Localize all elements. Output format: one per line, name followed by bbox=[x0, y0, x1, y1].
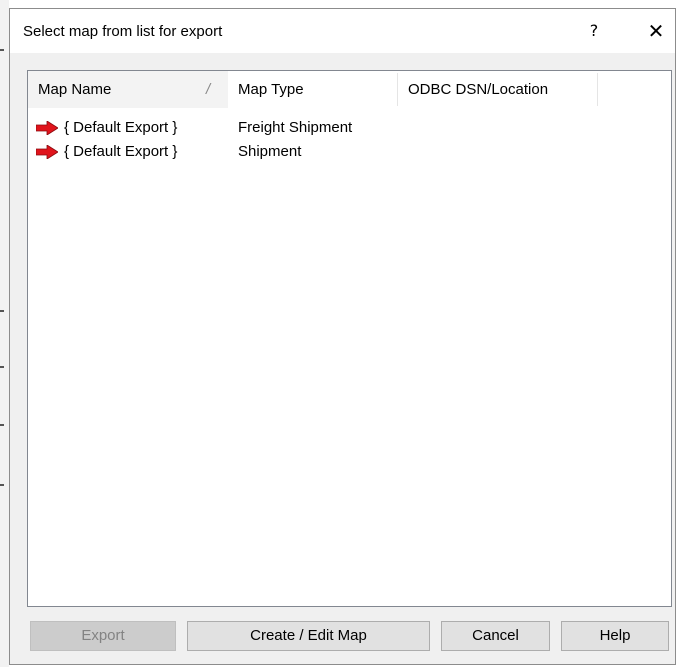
background-tick bbox=[0, 366, 4, 368]
map-list[interactable]: Map Name / Map Type ODBC DSN/Location { bbox=[27, 70, 672, 607]
background-tick bbox=[0, 424, 4, 426]
sort-indicator-icon: / bbox=[206, 81, 211, 98]
help-question-icon[interactable]: ? bbox=[584, 19, 604, 43]
title-bar[interactable]: Select map from list for export ? ✕ bbox=[10, 9, 675, 53]
column-header-label: Map Type bbox=[238, 81, 304, 98]
red-arrow-icon bbox=[36, 121, 58, 135]
background-tick bbox=[0, 310, 4, 312]
map-name-cell: { Default Export } bbox=[64, 119, 178, 136]
list-row[interactable]: { Default Export } Freight Shipment bbox=[28, 116, 671, 139]
list-header: Map Name / Map Type ODBC DSN/Location bbox=[28, 71, 671, 108]
cancel-button[interactable]: Cancel bbox=[441, 621, 550, 651]
background-tick bbox=[0, 484, 4, 486]
map-type-cell: Freight Shipment bbox=[238, 119, 353, 136]
list-row[interactable]: { Default Export } Shipment bbox=[28, 140, 671, 163]
column-header-label: Map Name bbox=[38, 81, 112, 98]
column-header-odbc-dsn-location[interactable]: ODBC DSN/Location bbox=[398, 71, 598, 108]
column-header-map-type[interactable]: Map Type bbox=[228, 71, 398, 108]
export-map-dialog: Select map from list for export ? ✕ Map … bbox=[9, 8, 676, 665]
column-header-map-name[interactable]: Map Name / bbox=[28, 71, 228, 108]
map-type-cell: Shipment bbox=[238, 143, 302, 160]
dialog-title: Select map from list for export bbox=[23, 23, 223, 40]
background-tick bbox=[0, 49, 4, 51]
red-arrow-icon bbox=[36, 145, 58, 159]
map-name-cell: { Default Export } bbox=[64, 143, 178, 160]
close-icon[interactable]: ✕ bbox=[644, 19, 668, 43]
help-button[interactable]: Help bbox=[561, 621, 669, 651]
create-edit-map-button[interactable]: Create / Edit Map bbox=[187, 621, 430, 651]
screen: Select map from list for export ? ✕ Map … bbox=[0, 0, 677, 667]
column-header-label: ODBC DSN/Location bbox=[408, 81, 549, 98]
background-app-edge bbox=[0, 0, 9, 667]
export-button[interactable]: Export bbox=[30, 621, 176, 651]
column-divider[interactable] bbox=[597, 73, 598, 106]
